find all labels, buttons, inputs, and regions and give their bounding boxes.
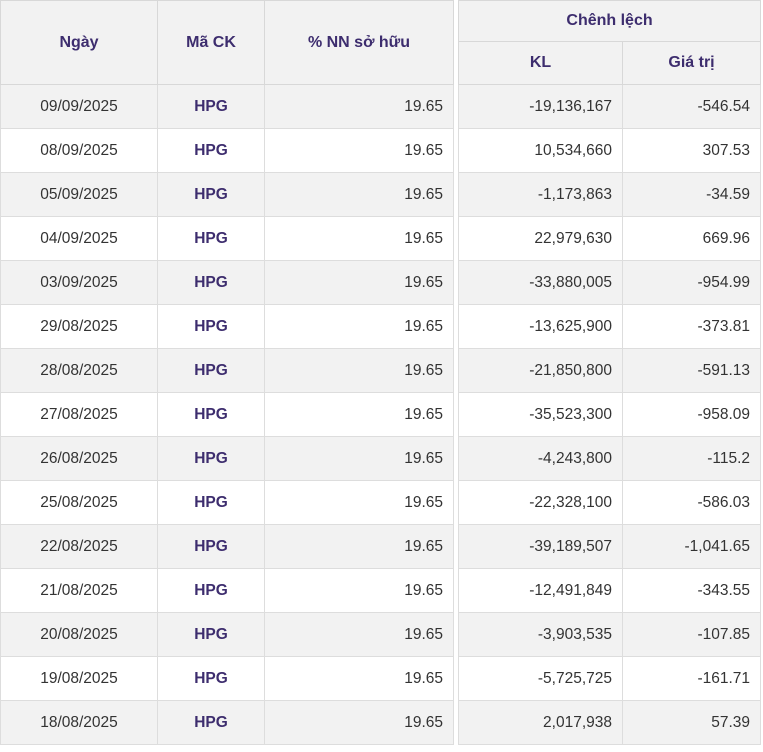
cell-date: 28/08/2025	[0, 348, 158, 393]
table-row: 26/08/2025 HPG 19.65 -4,243,800 -115.2	[0, 436, 762, 481]
table-row: 04/09/2025 HPG 19.65 22,979,630 669.96	[0, 216, 762, 261]
table-row: 09/09/2025 HPG 19.65 -19,136,167 -546.54	[0, 84, 762, 129]
table-row: 20/08/2025 HPG 19.65 -3,903,535 -107.85	[0, 612, 762, 657]
cell-date: 03/09/2025	[0, 260, 158, 305]
cell-value-diff: 669.96	[621, 216, 762, 261]
table-row: 08/09/2025 HPG 19.65 10,534,660 307.53	[0, 128, 762, 173]
cell-stock-code[interactable]: HPG	[157, 348, 265, 393]
cell-foreign-ownership: 19.65	[264, 128, 454, 173]
cell-foreign-ownership: 19.65	[264, 436, 454, 481]
cell-stock-code[interactable]: HPG	[157, 524, 265, 569]
cell-volume-diff: 22,979,630	[458, 216, 623, 261]
cell-date: 22/08/2025	[0, 524, 158, 569]
cell-stock-code[interactable]: HPG	[157, 700, 265, 745]
cell-date: 26/08/2025	[0, 436, 158, 481]
header-diff-group: Chênh lệch	[457, 0, 762, 42]
cell-foreign-ownership: 19.65	[264, 568, 454, 613]
cell-date: 08/09/2025	[0, 128, 158, 173]
table-row: 25/08/2025 HPG 19.65 -22,328,100 -586.03	[0, 480, 762, 525]
cell-value-diff: -546.54	[621, 84, 762, 129]
cell-stock-code[interactable]: HPG	[157, 436, 265, 481]
cell-stock-code[interactable]: HPG	[157, 128, 265, 173]
cell-foreign-ownership: 19.65	[264, 524, 454, 569]
cell-foreign-ownership: 19.65	[264, 700, 454, 745]
cell-value-diff: -586.03	[621, 480, 762, 525]
cell-foreign-ownership: 19.65	[264, 84, 454, 129]
cell-value-diff: -373.81	[621, 304, 762, 349]
cell-stock-code[interactable]: HPG	[157, 612, 265, 657]
cell-date: 18/08/2025	[0, 700, 158, 745]
cell-value-diff: -954.99	[621, 260, 762, 305]
cell-stock-code[interactable]: HPG	[157, 304, 265, 349]
cell-foreign-ownership: 19.65	[264, 216, 454, 261]
cell-volume-diff: -21,850,800	[458, 348, 623, 393]
cell-foreign-ownership: 19.65	[264, 392, 454, 437]
header-date[interactable]: Ngày	[0, 0, 158, 85]
foreign-ownership-table: Ngày Mã CK % NN sở hữu Chênh lệch KL Giá…	[0, 0, 762, 745]
cell-value-diff: -34.59	[621, 172, 762, 217]
cell-stock-code[interactable]: HPG	[157, 656, 265, 701]
cell-value-diff: -161.71	[621, 656, 762, 701]
cell-volume-diff: -13,625,900	[458, 304, 623, 349]
cell-date: 20/08/2025	[0, 612, 158, 657]
cell-stock-code[interactable]: HPG	[157, 568, 265, 613]
cell-value-diff: 307.53	[621, 128, 762, 173]
cell-stock-code[interactable]: HPG	[157, 216, 265, 261]
cell-value-diff: -591.13	[621, 348, 762, 393]
cell-foreign-ownership: 19.65	[264, 348, 454, 393]
cell-volume-diff: -12,491,849	[458, 568, 623, 613]
cell-value-diff: -107.85	[621, 612, 762, 657]
cell-foreign-ownership: 19.65	[264, 260, 454, 305]
table-row: 29/08/2025 HPG 19.65 -13,625,900 -373.81	[0, 304, 762, 349]
table-row: 03/09/2025 HPG 19.65 -33,880,005 -954.99	[0, 260, 762, 305]
cell-foreign-ownership: 19.65	[264, 656, 454, 701]
table-row: 22/08/2025 HPG 19.65 -39,189,507 -1,041.65	[0, 524, 762, 569]
table-row: 21/08/2025 HPG 19.65 -12,491,849 -343.55	[0, 568, 762, 613]
cell-foreign-ownership: 19.65	[264, 304, 454, 349]
cell-value-diff: -115.2	[621, 436, 762, 481]
table-row: 18/08/2025 HPG 19.65 2,017,938 57.39	[0, 700, 762, 745]
cell-value-diff: -343.55	[621, 568, 762, 613]
table-header: Ngày Mã CK % NN sở hữu Chênh lệch KL Giá…	[0, 0, 762, 85]
cell-date: 05/09/2025	[0, 172, 158, 217]
header-volume[interactable]: KL	[458, 41, 623, 85]
table-body: 09/09/2025 HPG 19.65 -19,136,167 -546.54 08/0…	[0, 84, 762, 745]
cell-date: 27/08/2025	[0, 392, 158, 437]
header-ownership[interactable]: % NN sở hữu	[264, 0, 454, 85]
cell-volume-diff: -5,725,725	[458, 656, 623, 701]
cell-stock-code[interactable]: HPG	[157, 84, 265, 129]
cell-value-diff: -958.09	[621, 392, 762, 437]
cell-date: 29/08/2025	[0, 304, 158, 349]
cell-volume-diff: -4,243,800	[458, 436, 623, 481]
cell-volume-diff: -19,136,167	[458, 84, 623, 129]
cell-stock-code[interactable]: HPG	[157, 480, 265, 525]
cell-volume-diff: -3,903,535	[458, 612, 623, 657]
table-row: 19/08/2025 HPG 19.65 -5,725,725 -161.71	[0, 656, 762, 701]
cell-volume-diff: 10,534,660	[458, 128, 623, 173]
cell-foreign-ownership: 19.65	[264, 172, 454, 217]
cell-volume-diff: -39,189,507	[458, 524, 623, 569]
header-code[interactable]: Mã CK	[157, 0, 265, 85]
table-row: 27/08/2025 HPG 19.65 -35,523,300 -958.09	[0, 392, 762, 437]
cell-foreign-ownership: 19.65	[264, 612, 454, 657]
cell-date: 21/08/2025	[0, 568, 158, 613]
table-row: 05/09/2025 HPG 19.65 -1,173,863 -34.59	[0, 172, 762, 217]
header-value[interactable]: Giá trị	[621, 41, 762, 85]
cell-date: 19/08/2025	[0, 656, 158, 701]
cell-volume-diff: -35,523,300	[458, 392, 623, 437]
cell-volume-diff: -33,880,005	[458, 260, 623, 305]
cell-volume-diff: 2,017,938	[458, 700, 623, 745]
cell-date: 25/08/2025	[0, 480, 158, 525]
cell-value-diff: -1,041.65	[621, 524, 762, 569]
cell-date: 04/09/2025	[0, 216, 158, 261]
cell-date: 09/09/2025	[0, 84, 158, 129]
table-row: 28/08/2025 HPG 19.65 -21,850,800 -591.13	[0, 348, 762, 393]
cell-volume-diff: -1,173,863	[458, 172, 623, 217]
cell-volume-diff: -22,328,100	[458, 480, 623, 525]
cell-stock-code[interactable]: HPG	[157, 392, 265, 437]
cell-stock-code[interactable]: HPG	[157, 172, 265, 217]
cell-stock-code[interactable]: HPG	[157, 260, 265, 305]
cell-foreign-ownership: 19.65	[264, 480, 454, 525]
cell-value-diff: 57.39	[621, 700, 762, 745]
